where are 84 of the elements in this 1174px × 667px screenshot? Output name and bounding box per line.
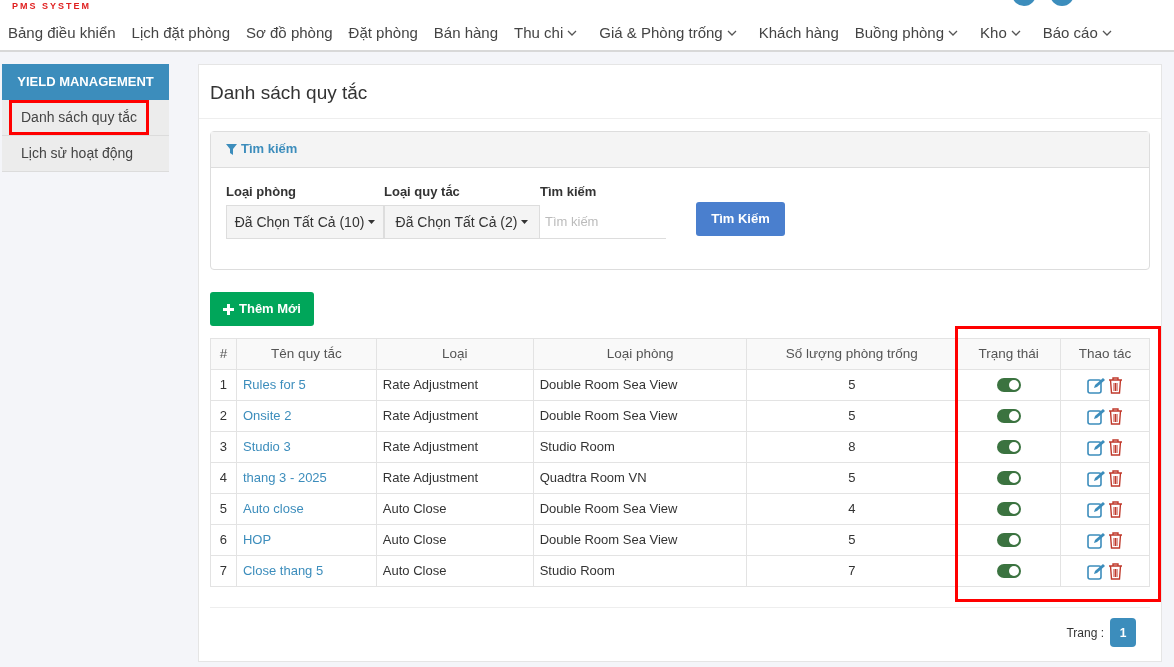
table-cell: Double Room Sea View (533, 493, 747, 525)
trash-icon[interactable] (1108, 376, 1123, 394)
table-cell: 1 (210, 369, 237, 401)
table-cell: 6 (210, 524, 237, 556)
toggle-switch[interactable] (996, 471, 1021, 485)
field-label: Loại phòng (226, 182, 298, 201)
column-header: Tên quy tắc (236, 338, 377, 370)
nav-item[interactable]: Đặt phòng (348, 22, 418, 45)
nav-item[interactable]: Sơ đồ phòng (246, 22, 333, 45)
table-cell: 3 (210, 431, 237, 463)
plus-icon (223, 303, 234, 315)
table-cell: Double Room Sea View (533, 369, 747, 401)
trash-icon[interactable] (1108, 531, 1123, 549)
toggle-switch[interactable] (996, 533, 1021, 547)
field-label: Tìm kiếm (540, 182, 598, 201)
column-header: Loại phòng (533, 338, 747, 370)
rule-name-link[interactable]: Rules for 5 (236, 369, 377, 401)
nav-item[interactable]: Buồng phòng (854, 22, 959, 45)
column-header: # (210, 338, 237, 370)
column-header: Trạng thái (956, 338, 1061, 370)
nav-item[interactable]: Thu chi (514, 22, 578, 45)
table-cell: Auto Close (376, 493, 534, 525)
trash-icon[interactable] (1108, 407, 1123, 425)
toggle-switch[interactable] (996, 440, 1021, 454)
caret-icon (368, 220, 376, 224)
trash-icon[interactable] (1108, 562, 1123, 580)
rule-name-link[interactable]: HOP (236, 524, 377, 556)
nav-item[interactable]: Bán hàng (433, 22, 499, 45)
table-cell: Rate Adjustment (376, 400, 534, 432)
caret-icon (521, 220, 529, 224)
trash-icon[interactable] (1108, 469, 1123, 487)
logo: PMS SYSTEM (12, 0, 91, 12)
table-cell: Double Room Sea View (533, 524, 747, 556)
edit-icon[interactable] (1087, 376, 1106, 394)
field-label: Loại quy tắc (384, 182, 461, 201)
trash-icon[interactable] (1108, 438, 1123, 456)
toggle-switch[interactable] (996, 564, 1021, 578)
rule-name-link[interactable]: Studio 3 (236, 431, 377, 463)
table-cell: Quadtra Room VN (533, 462, 747, 494)
nav-item[interactable]: Kho (980, 22, 1021, 45)
rule-name-link[interactable]: thang 3 - 2025 (236, 462, 377, 494)
toggle-switch[interactable] (996, 409, 1021, 423)
filter-icon (226, 143, 237, 155)
table-cell: 5 (210, 493, 237, 525)
rule-name-link[interactable]: Onsite 2 (236, 400, 377, 432)
toggle-switch[interactable] (996, 378, 1021, 392)
toggle-switch[interactable] (996, 502, 1021, 516)
table-cell: Rate Adjustment (376, 431, 534, 463)
nav-item[interactable]: Giá & Phòng trống (599, 22, 737, 45)
table-cell: Studio Room (533, 555, 747, 587)
edit-icon[interactable] (1087, 469, 1106, 487)
nav-item[interactable]: Báo cáo (1042, 22, 1112, 45)
edit-icon[interactable] (1087, 438, 1106, 456)
table-cell: Rate Adjustment (376, 369, 534, 401)
column-header: Thao tác (1060, 338, 1150, 370)
table-cell: Double Room Sea View (533, 400, 747, 432)
column-header: Loại (376, 338, 534, 370)
rule-name-link[interactable]: Close thang 5 (236, 555, 377, 587)
table-cell: Studio Room (533, 431, 747, 463)
search-button[interactable]: Tìm Kiếm (696, 202, 785, 236)
edit-icon[interactable] (1087, 407, 1106, 425)
sidebar-header: YIELD MANAGEMENT (2, 64, 169, 100)
table-cell: Auto Close (376, 524, 534, 556)
trash-icon[interactable] (1108, 500, 1123, 518)
table-cell: Auto Close (376, 555, 534, 587)
edit-icon[interactable] (1087, 562, 1106, 580)
rule-type-dropdown[interactable]: Đã Chọn Tất Cả (2) (384, 205, 540, 239)
nav-item[interactable]: Lịch đặt phòng (131, 22, 230, 45)
page-title: Danh sách quy tắc (199, 65, 1161, 119)
table-cell: 4 (210, 462, 237, 494)
edit-icon[interactable] (1087, 500, 1106, 518)
page-button[interactable]: 1 (1110, 618, 1136, 647)
nav-item[interactable]: Khách hàng (758, 22, 839, 45)
column-header: Số lượng phòng trống (746, 338, 957, 370)
edit-icon[interactable] (1087, 531, 1106, 549)
table-cell: 7 (210, 555, 237, 587)
table-cell: Rate Adjustment (376, 462, 534, 494)
pagination-label: Trang : (1066, 624, 1104, 642)
table-cell: 2 (210, 400, 237, 432)
nav-item[interactable]: Bảng điều khiển (8, 22, 116, 45)
search-panel-title: Tìm kiếm (241, 140, 298, 159)
room-type-dropdown[interactable]: Đã Chọn Tất Cả (10) (226, 205, 384, 239)
search-field[interactable]: Tìm kiếm (540, 205, 666, 239)
rule-name-link[interactable]: Auto close (236, 493, 377, 525)
